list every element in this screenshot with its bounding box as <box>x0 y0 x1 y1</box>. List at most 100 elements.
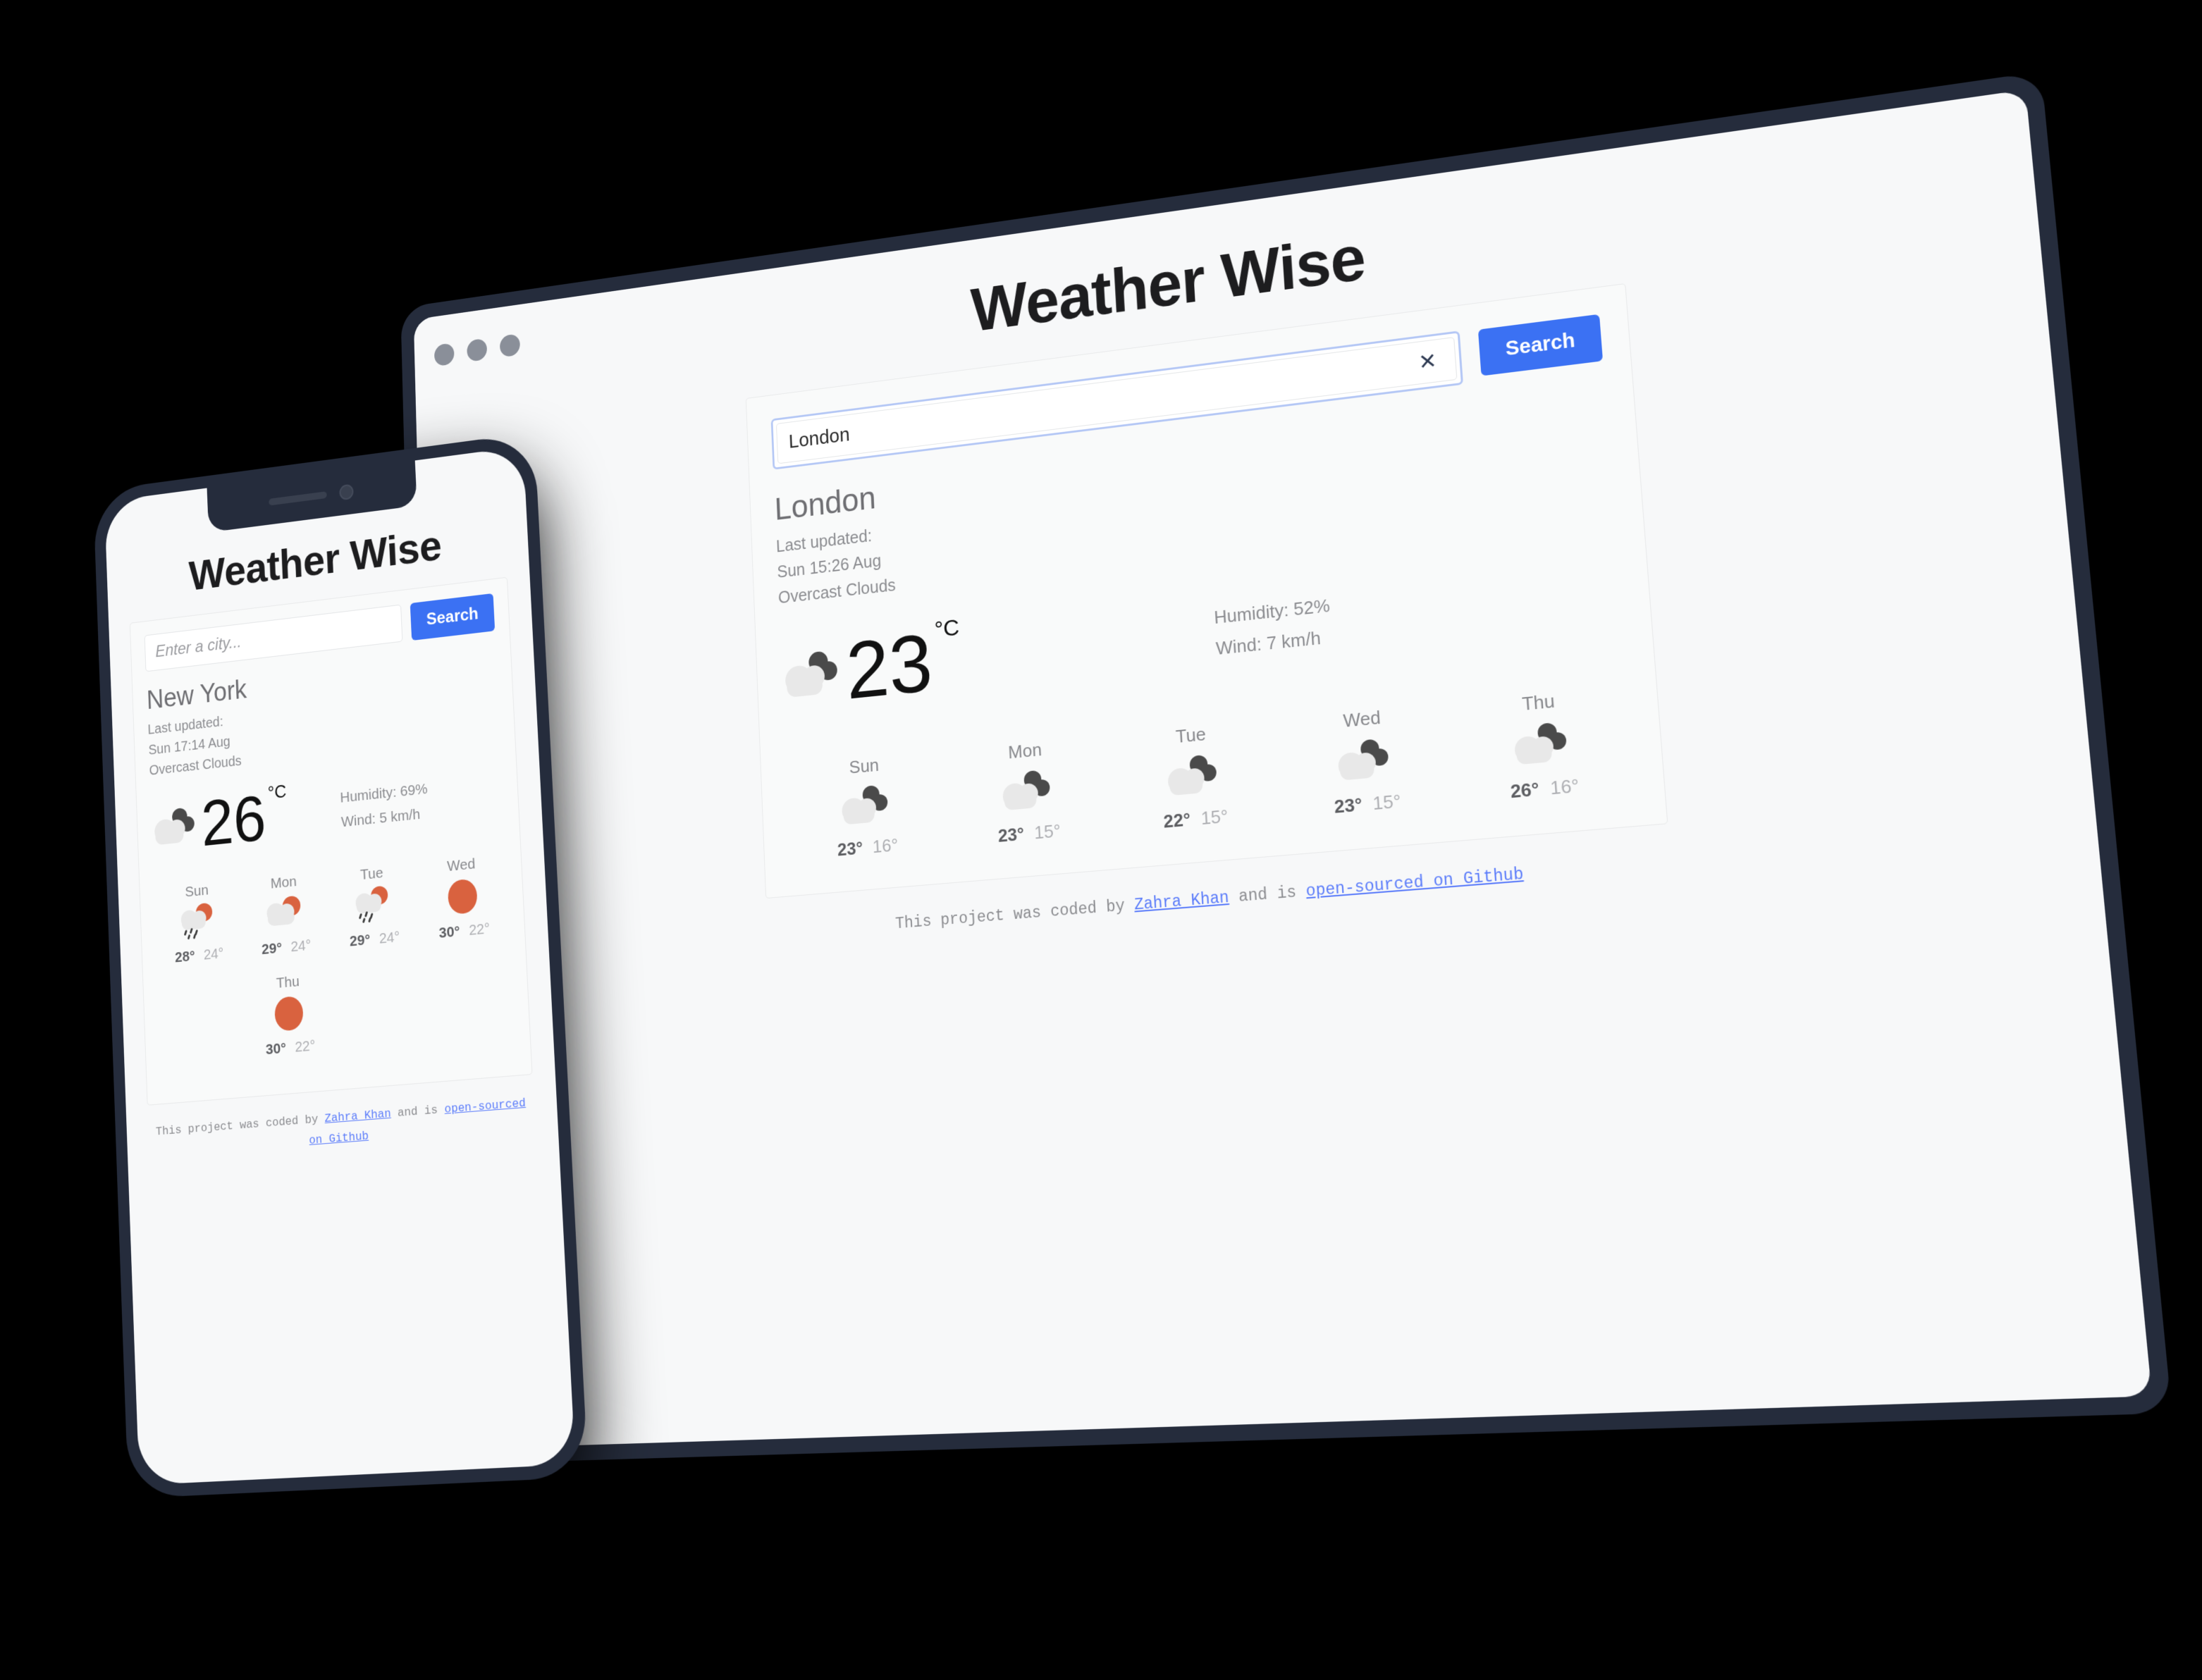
forecast-day: Mon 23° 15° <box>943 733 1112 851</box>
overcast-clouds-icon <box>998 767 1056 815</box>
forecast-min: 22° <box>468 920 491 939</box>
forecast-max: 23° <box>1333 793 1363 818</box>
forecast-temps: 30° 22° <box>246 1036 335 1060</box>
forecast-day: Sun 23° 16° <box>785 748 949 865</box>
forecast-day-label: Wed <box>1342 707 1382 732</box>
forecast-temps: 30° 22° <box>419 918 510 944</box>
forecast-day-label: Sun <box>849 754 880 778</box>
sun-cloud-icon <box>264 894 305 934</box>
author-link[interactable]: Zahra Khan <box>1133 889 1229 915</box>
github-link[interactable]: open-sourced on Github <box>309 1097 526 1147</box>
forecast-max: 30° <box>438 922 460 941</box>
forecast-min: 24° <box>290 937 312 956</box>
forecast-day-label: Thu <box>276 972 300 992</box>
forecast-max: 30° <box>265 1039 287 1058</box>
weather-card: London ✕ Search London Last updated: Sun… <box>745 283 1668 899</box>
tablet-screen: Weather Wise London ✕ Search London Last… <box>413 89 2153 1450</box>
search-button[interactable]: Search <box>1478 314 1604 376</box>
tablet-bezel: Weather Wise London ✕ Search London Last… <box>400 71 2172 1465</box>
footer-middle: and is <box>1228 882 1307 908</box>
footer-middle: and is <box>390 1103 445 1121</box>
overcast-clouds-icon <box>1163 752 1223 801</box>
forecast-day: Sun 28° 24° <box>154 879 243 968</box>
footer-prefix: This project was coded by <box>894 896 1135 934</box>
forecast-max: 29° <box>261 939 283 958</box>
phone-bezel: Weather Wise Enter a city... Search New … <box>92 432 589 1499</box>
window-minimize-dot[interactable] <box>467 338 488 362</box>
current-temperature: 26 <box>199 782 268 860</box>
sun-icon <box>441 876 484 917</box>
current-conditions-group: Humidity: 52% Wind: 7 km/h <box>1213 590 1333 665</box>
forecast-temps: 23° 15° <box>947 816 1112 851</box>
current-conditions-group: Humidity: 69% Wind: 5 km/h <box>340 777 429 836</box>
forecast-temps: 29° 24° <box>242 935 331 960</box>
forecast-day-label: Sun <box>185 882 209 901</box>
author-link[interactable]: Zahra Khan <box>324 1107 391 1125</box>
forecast-grid: Sun 28° 24° Mon 29° 24° Tue 29° 24° Wed … <box>154 853 516 1086</box>
forecast-min: 24° <box>203 945 224 963</box>
sun-icon <box>269 994 309 1034</box>
tablet-mockup: Weather Wise London ✕ Search London Last… <box>400 71 2172 1465</box>
current-temp-group: 23 °C <box>780 596 1217 717</box>
forecast-temps: 28° 24° <box>156 944 243 968</box>
mockup-stage: Weather Wise London ✕ Search London Last… <box>0 0 2202 1680</box>
forecast-day: Tue 22° 15° <box>1107 717 1281 837</box>
forecast-day-label: Tue <box>359 864 384 883</box>
forecast-day-label: Wed <box>446 856 476 875</box>
forecast-day: Thu 30° 22° <box>244 970 336 1060</box>
forecast-temps: 23° 16° <box>788 830 948 865</box>
footer: This project was coded by Zahra Khan and… <box>466 823 2050 967</box>
footer: This project was coded by Zahra Khan and… <box>148 1093 536 1163</box>
sun-rain-cloud-icon <box>178 902 218 941</box>
forecast-min: 22° <box>294 1037 316 1056</box>
forecast-day: Tue 29° 24° <box>327 861 419 952</box>
footer-prefix: This project was coded by <box>155 1112 326 1139</box>
desktop-page: Weather Wise London ✕ Search London Last… <box>414 89 2098 970</box>
camera-icon <box>339 483 354 501</box>
forecast-max: 28° <box>174 947 195 966</box>
current-temperature: 23 <box>844 617 935 717</box>
forecast-max: 29° <box>349 931 371 950</box>
forecast-max: 23° <box>837 837 863 860</box>
forecast-max: 22° <box>1162 808 1191 832</box>
forecast-min: 15° <box>1200 805 1229 829</box>
mobile-page: Weather Wise Enter a city... Search New … <box>104 446 558 1166</box>
overcast-clouds-icon <box>780 648 843 703</box>
sun-rain-cloud-icon <box>352 885 394 925</box>
forecast-max: 23° <box>997 823 1025 846</box>
forecast-min: 24° <box>379 928 400 947</box>
forecast-min: 15° <box>1372 790 1402 815</box>
close-icon[interactable]: ✕ <box>1412 347 1443 376</box>
overcast-clouds-icon <box>151 805 199 850</box>
search-button[interactable]: Search <box>410 593 496 641</box>
overcast-clouds-icon <box>1509 719 1574 770</box>
forecast-temps: 26° 16° <box>1455 770 1637 808</box>
phone-screen: Weather Wise Enter a city... Search New … <box>104 446 576 1486</box>
forecast-day-label: Thu <box>1521 690 1556 715</box>
forecast-day-label: Tue <box>1175 723 1207 748</box>
speaker-icon <box>269 491 327 506</box>
github-link[interactable]: open-sourced on Github <box>1305 865 1524 901</box>
forecast-row: Sun 23° 16° Mon 23° 15° Tue 22° 15° Wed … <box>785 684 1637 865</box>
window-maximize-dot[interactable] <box>499 333 521 358</box>
temperature-unit: °C <box>267 780 287 803</box>
window-close-dot[interactable] <box>433 342 455 367</box>
forecast-max: 26° <box>1509 778 1540 803</box>
forecast-temps: 23° 15° <box>1280 786 1456 823</box>
current-temp-group: 26 °C <box>150 780 342 860</box>
forecast-min: 15° <box>1033 820 1062 844</box>
forecast-day: Wed 30° 22° <box>416 853 510 944</box>
humidity-value: Humidity: 52% <box>1213 594 1331 628</box>
forecast-min: 16° <box>872 834 899 858</box>
forecast-min: 16° <box>1549 774 1580 799</box>
temperature-unit: °C <box>933 614 960 643</box>
current-weather-row: 26 °C Humidity: 69% Wind: 5 km/h <box>150 765 504 860</box>
overcast-clouds-icon <box>1334 736 1396 786</box>
forecast-day-label: Mon <box>1007 739 1042 763</box>
overcast-clouds-icon <box>838 783 894 829</box>
forecast-day: Wed 23° 15° <box>1275 700 1456 823</box>
current-weather-header: New York Last updated: Sun 17:14 Aug Ove… <box>146 646 500 782</box>
forecast-temps: 29° 24° <box>330 927 419 952</box>
weather-card: Enter a city... Search New York Last upd… <box>129 576 533 1106</box>
forecast-day: Mon 29° 24° <box>240 870 331 961</box>
